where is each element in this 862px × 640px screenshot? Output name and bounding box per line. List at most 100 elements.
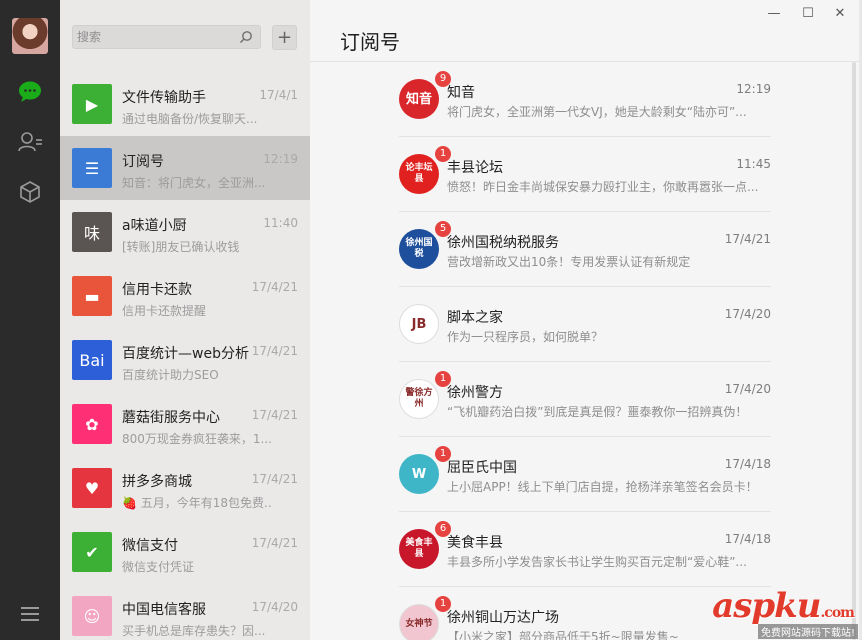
search-icon[interactable]	[239, 30, 253, 44]
avatar-logo-text: 论丰坛县	[405, 163, 433, 184]
conversation-icon: ✔	[72, 532, 112, 572]
conversation-name: 百度统计—web分析	[122, 346, 249, 362]
conversation-preview: 百度统计助力SEO	[122, 368, 219, 382]
subscription-time: 12:19	[736, 82, 771, 96]
conversation-item[interactable]: ♥ 拼多多商城 17/4/21 🍓 五月，今年有18包免费...	[60, 456, 310, 520]
chat-icon[interactable]	[14, 76, 46, 108]
watermark-logo: aspku.com	[712, 586, 855, 626]
avatar-logo-text: 女神节	[405, 618, 433, 629]
subscription-name: 知音	[447, 85, 475, 101]
search-input[interactable]	[73, 26, 233, 48]
conversation-time: 17/4/21	[251, 344, 298, 358]
avatar-logo-text: W	[411, 466, 427, 482]
conversation-name: 信用卡还款	[122, 282, 192, 298]
subscription-avatar: 美食丰县	[399, 529, 439, 569]
close-button[interactable]: ✕	[828, 4, 852, 22]
subscription-avatar: W	[399, 454, 439, 494]
watermark-tagline: 免费网站源码下载站!	[757, 624, 858, 639]
conversation-item[interactable]: ✔ 微信支付 17/4/21 微信支付凭证	[60, 520, 310, 584]
conversation-time: 17/4/21	[251, 280, 298, 294]
subscription-name: 美食丰县	[447, 535, 503, 551]
conversation-time: 17/4/1	[259, 88, 298, 102]
conversation-item[interactable]: Bai 百度统计—web分析 17/4/21 百度统计助力SEO	[60, 328, 310, 392]
subscription-time: 17/4/21	[724, 232, 771, 246]
subscription-preview: 作为一只程序员，如何脱单？	[447, 330, 604, 344]
conversation-item[interactable]: 味 a味道小厨 11:40 [转账]朋友已确认收钱	[60, 200, 310, 264]
conversation-icon: ✿	[72, 404, 112, 444]
conversation-time: 17/4/21	[251, 408, 298, 422]
subscription-item[interactable]: JB 脚本之家 17/4/20 作为一只程序员，如何脱单？	[399, 287, 771, 362]
search-bar: +	[72, 25, 310, 51]
subscription-preview: “飞机瓣药治白拨”到底是真是假？噩泰教你一招辨真伪！	[447, 405, 748, 419]
conversation-preview: [转账]朋友已确认收钱	[122, 240, 240, 254]
subscription-item[interactable]: W 1 屈臣氏中国 17/4/18 上小屈APP！线上下单门店自提，抢杨洋亲笔签名会员卡…	[399, 437, 771, 512]
subscription-time: 17/4/18	[724, 457, 771, 471]
conversation-icon: 味	[72, 212, 112, 252]
conversation-name: 微信支付	[122, 538, 178, 554]
conversation-preview: 信用卡还款提醒	[122, 304, 207, 318]
conversation-icon: ☰	[72, 148, 112, 188]
subscription-avatar: 论丰坛县	[399, 154, 439, 194]
favorites-icon[interactable]	[14, 176, 46, 208]
conversation-icon: ▬	[72, 276, 112, 316]
plus-icon: +	[276, 26, 293, 48]
subscription-time: 17/4/20	[724, 307, 771, 321]
avatar-logo-text: 美食丰县	[405, 538, 433, 559]
conversation-preview: 买手机总是库存患失？因...	[122, 624, 266, 638]
subscription-name: 徐州警方	[447, 385, 503, 401]
conversation-name: 中国电信客服	[122, 602, 206, 618]
subscription-item[interactable]: 论丰坛县 1 丰县论坛 11:45 愤怒！昨日金丰尚城保安暴力殴打业主，你敢再嚣张一点.…	[399, 137, 771, 212]
subscription-time: 11:45	[736, 157, 771, 171]
main-panel: — ☐ ✕ 订阅号 知音 9 知音 12:19 将门虎女，全亚洲第一代女VJ，她是大龄剩…	[310, 0, 862, 640]
subscription-preview: 上小屈APP！线上下单门店自提，抢杨洋亲笔签名会员卡！	[447, 480, 758, 494]
subscription-preview: 愤怒！昨日金丰尚城保安暴力殴打业主，你敢再嚣张一点...	[447, 180, 759, 194]
conversation-item[interactable]: ▶ 文件传输助手 17/4/1 通过电脑备份/恢复聊天...	[60, 72, 310, 136]
avatar-logo-text: 知音	[405, 91, 432, 107]
subscription-time: 17/4/20	[724, 382, 771, 396]
conversation-item[interactable]: ☺ 中国电信客服 17/4/20 买手机总是库存患失？因...	[60, 584, 310, 640]
subscription-item[interactable]: 美食丰县 6 美食丰县 17/4/18 丰县多所小学发告家长书让学生购买百元定制“爱心鞋…	[399, 512, 771, 587]
maximize-button[interactable]: ☐	[796, 4, 820, 22]
conversation-time: 17/4/20	[251, 600, 298, 614]
contacts-icon[interactable]	[14, 126, 46, 158]
avatar-logo-text: 徐州国税	[405, 238, 433, 259]
conversation-preview: 800万现金券疯狂袭来，1...	[122, 432, 272, 446]
conversation-item[interactable]: ✿ 蘑菇街服务中心 17/4/21 800万现金券疯狂袭来，1...	[60, 392, 310, 456]
conversation-icon: Bai	[72, 340, 112, 380]
subscription-avatar: 徐州国税	[399, 229, 439, 269]
subscription-preview: 丰县多所小学发告家长书让学生购买百元定制“爱心鞋”...	[447, 555, 747, 569]
subscription-item[interactable]: 徐州国税 5 徐州国税纳税服务 17/4/21 营改增新政又出10条！专用发票认证有新规…	[399, 212, 771, 287]
conversation-time: 12:19	[263, 152, 298, 166]
conversation-icon: ▶	[72, 84, 112, 124]
subscription-preview: 将门虎女，全亚洲第一代女VJ，她是大龄剩女“陆亦可”...	[447, 105, 747, 119]
minimize-button[interactable]: —	[762, 4, 786, 22]
conversation-icon: ♥	[72, 468, 112, 508]
subscription-avatar: JB	[399, 304, 439, 344]
search-box[interactable]	[72, 25, 261, 49]
avatar-logo-text: 警徐方州	[405, 388, 433, 409]
subscription-name: 徐州国税纳税服务	[447, 235, 559, 251]
subscription-name: 丰县论坛	[447, 160, 503, 176]
conversation-item[interactable]: ☰ 订阅号 12:19 知音：将门虎女，全亚洲...	[60, 136, 310, 200]
add-button[interactable]: +	[272, 25, 297, 50]
subscription-name: 脚本之家	[447, 310, 503, 326]
scrollbar[interactable]	[852, 62, 856, 640]
conversation-preview: 🍓 五月，今年有18包免费...	[122, 496, 272, 510]
avatar[interactable]	[12, 18, 48, 54]
conversation-preview: 知音：将门虎女，全亚洲...	[122, 176, 266, 190]
conversation-time: 11:40	[263, 216, 298, 230]
conversation-name: a味道小厨	[122, 218, 187, 234]
subscription-avatar: 知音	[399, 79, 439, 119]
subscription-avatar: 女神节	[399, 604, 439, 640]
avatar-logo-text: JB	[411, 316, 427, 332]
conversation-item[interactable]: ▬ 信用卡还款 17/4/21 信用卡还款提醒	[60, 264, 310, 328]
subscription-name: 屈臣氏中国	[447, 460, 517, 476]
conversation-name: 蘑菇街服务中心	[122, 410, 220, 426]
menu-icon[interactable]	[14, 598, 46, 630]
conversation-name: 订阅号	[122, 154, 164, 170]
subscription-avatar: 警徐方州	[399, 379, 439, 419]
subscription-time: 17/4/18	[724, 532, 771, 546]
subscription-item[interactable]: 知音 9 知音 12:19 将门虎女，全亚洲第一代女VJ，她是大龄剩女“陆亦可”...	[399, 62, 771, 137]
subscription-item[interactable]: 警徐方州 1 徐州警方 17/4/20 “飞机瓣药治白拨”到底是真是假？噩泰教你一招辨真…	[399, 362, 771, 437]
conversation-name: 拼多多商城	[122, 474, 192, 490]
